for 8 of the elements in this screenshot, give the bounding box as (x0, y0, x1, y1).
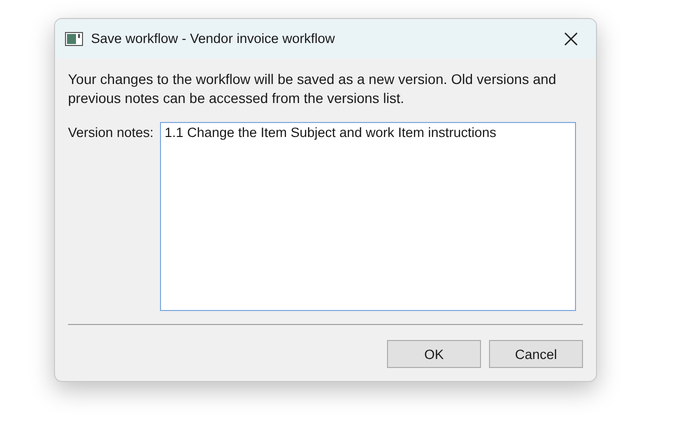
ok-button[interactable]: OK (387, 340, 481, 368)
close-icon[interactable] (564, 32, 578, 46)
cancel-button[interactable]: Cancel (489, 340, 583, 368)
window-icon (65, 32, 83, 46)
info-message: Your changes to the workflow will be saved as a new version. Old versions and previous notes can be accessed from the versions list. (68, 70, 558, 108)
window-title: Save workflow - Vendor invoice workflow (91, 31, 336, 46)
version-notes-field[interactable]: 1.1 Change the Item Subject and work Item instructions (160, 122, 576, 311)
version-notes-label: Version notes: (68, 124, 154, 142)
